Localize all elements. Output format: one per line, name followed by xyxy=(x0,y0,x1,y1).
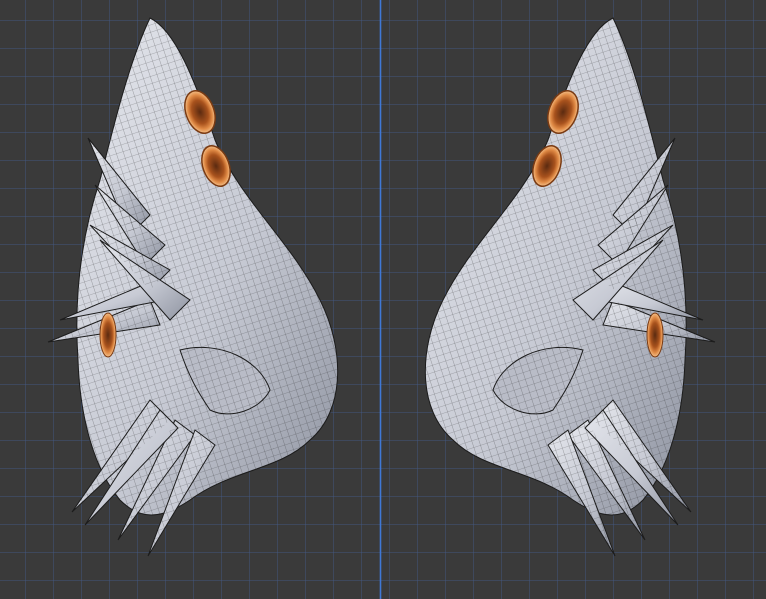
right-copper-socket xyxy=(646,312,664,358)
3d-viewport[interactable] xyxy=(0,0,766,599)
left-copper-socket xyxy=(99,312,117,358)
